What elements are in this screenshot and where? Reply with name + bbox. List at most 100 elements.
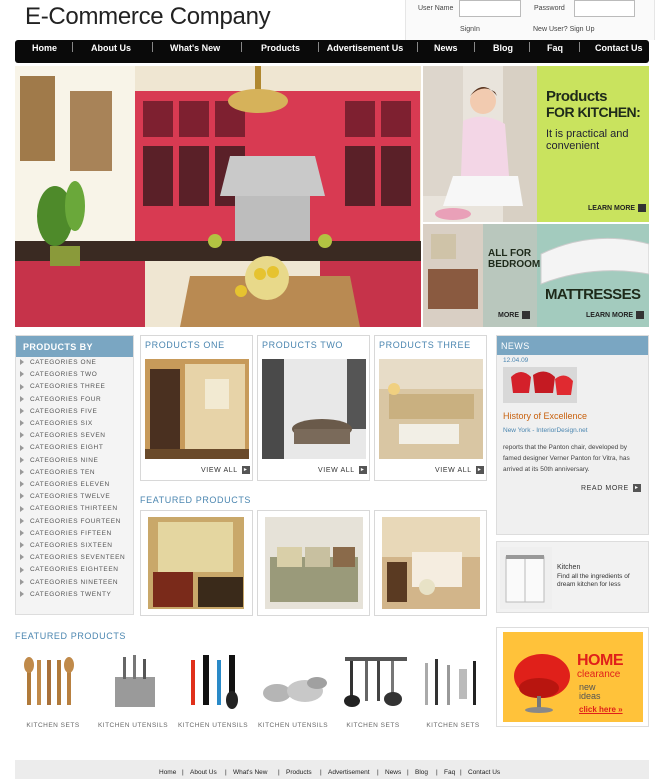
- footer-link[interactable]: Products: [286, 769, 312, 776]
- products-one-view-all[interactable]: VIEW ALL ▸: [201, 466, 250, 474]
- home-clearance-ad[interactable]: HOME clearance new ideas click here »: [496, 627, 649, 727]
- sidebar-category-item[interactable]: CATEGORIES SIXTEEN: [20, 542, 113, 549]
- products-one-image[interactable]: [145, 359, 249, 459]
- featured-bottom-label[interactable]: KITCHEN UTENSILS: [173, 722, 253, 729]
- promo2-more[interactable]: MORE: [498, 311, 530, 319]
- kitchen-ad[interactable]: Kitchen Find all the ingredients of drea…: [496, 541, 649, 613]
- sidebar-category-item[interactable]: CATEGORIES NINE: [20, 457, 98, 464]
- home-ad-line2: clearance: [577, 669, 621, 680]
- kitchen-utensils-image-2: [181, 655, 251, 715]
- sidebar-category-item[interactable]: CATEGORIES ONE: [20, 359, 96, 366]
- products-two-view-all[interactable]: VIEW ALL ▸: [318, 466, 367, 474]
- promo-kitchen-products[interactable]: Products FOR KITCHEN: It is practical an…: [423, 66, 649, 222]
- sidebar-category-item[interactable]: CATEGORIES FOUR: [20, 396, 101, 403]
- nav-whats-new[interactable]: What's New: [170, 43, 220, 53]
- kitchen-ad-title: Kitchen: [557, 564, 581, 571]
- products-one-title: PRODUCTS ONE: [145, 340, 225, 350]
- sidebar-category-item[interactable]: CATEGORIES SIX: [20, 420, 93, 427]
- arrow-icon: ▸: [475, 466, 484, 474]
- site-logo[interactable]: E-Commerce Company: [25, 3, 271, 31]
- news-read-more[interactable]: READ MORE ▸: [581, 484, 641, 492]
- footer-link[interactable]: Contact Us: [468, 769, 500, 776]
- nav-products[interactable]: Products: [261, 43, 300, 53]
- footer-link[interactable]: Home: [159, 769, 176, 776]
- footer-link[interactable]: About Us: [190, 769, 217, 776]
- sidebar-category-item[interactable]: CATEGORIES TWENTY: [20, 591, 111, 598]
- sidebar-category-item[interactable]: CATEGORIES FIFTEEN: [20, 530, 112, 537]
- news-date: 12.04.09: [503, 357, 529, 364]
- featured-bottom-label[interactable]: KITCHEN SETS: [333, 722, 413, 729]
- sidebar-category-item[interactable]: CATEGORIES EIGHT: [20, 444, 103, 451]
- footer-separator: |: [182, 769, 184, 776]
- red-chair-icon: [514, 654, 570, 713]
- sidebar-category-item[interactable]: CATEGORIES FOURTEEN: [20, 518, 121, 525]
- footer-link[interactable]: Advertisement: [328, 769, 370, 776]
- sidebar-category-item[interactable]: CATEGORIES TEN: [20, 469, 95, 476]
- sidebar-category-item[interactable]: CATEGORIES ELEVEN: [20, 481, 110, 488]
- footer-link[interactable]: Faq: [444, 769, 455, 776]
- password-label: Password: [534, 5, 565, 12]
- products-three-title: PRODUCTS THREE: [379, 340, 471, 350]
- footer-link[interactable]: News: [385, 769, 401, 776]
- featured-bottom-label[interactable]: KITCHEN SETS: [13, 722, 93, 729]
- featured-bottom-label[interactable]: KITCHEN SETS: [413, 722, 493, 729]
- footer-link[interactable]: Blog: [415, 769, 428, 776]
- sidebar-category-item[interactable]: CATEGORIES TWO: [20, 371, 97, 378]
- sidebar-category-item[interactable]: CATEGORIES SEVENTEEN: [20, 554, 125, 561]
- featured-item-1-image: [148, 517, 244, 609]
- footer-bar: Home | About Us | What's New | Products | Advert…: [15, 760, 649, 779]
- footer-separator: |: [377, 769, 379, 776]
- news-headline[interactable]: History of Excellence: [503, 411, 587, 421]
- news-panel: NEWS 12.04.09 History of Excellence New …: [496, 335, 649, 535]
- footer-separator: |: [460, 769, 462, 776]
- promo-bedroom-mattresses[interactable]: ALL FOR BEDROOM MORE MATTRESSES LEARN MO…: [423, 224, 649, 327]
- sidebar-category-item[interactable]: CATEGORIES NINETEEN: [20, 579, 118, 586]
- nav-home[interactable]: Home: [32, 43, 57, 53]
- featured-item-1[interactable]: [140, 510, 253, 616]
- featured-item-2[interactable]: [257, 510, 370, 616]
- signup-link[interactable]: New User? Sign Up: [533, 26, 594, 33]
- featured-item-3[interactable]: [374, 510, 487, 616]
- promo1-title2: FOR KITCHEN:: [546, 104, 641, 120]
- featured-item-2-image: [265, 517, 363, 609]
- home-ad-line4: ideas: [579, 691, 601, 701]
- home-ad-line1: HOME: [577, 652, 624, 669]
- promo2-learn-more[interactable]: LEARN MORE: [586, 311, 645, 319]
- products-two-image[interactable]: [262, 359, 366, 459]
- signin-link[interactable]: SignIn: [460, 26, 480, 33]
- kitchen-sets-image-1: [21, 655, 91, 715]
- products-two-title: PRODUCTS TWO: [262, 340, 344, 350]
- featured-item-3-image: [382, 517, 480, 609]
- footer-link[interactable]: What's New: [233, 769, 267, 776]
- username-input[interactable]: [459, 0, 521, 17]
- login-panel: User Name Password SignIn New User? Sign…: [405, 0, 655, 40]
- sidebar-category-item[interactable]: CATEGORIES FIVE: [20, 408, 97, 415]
- hero-kitchen-image[interactable]: [15, 66, 421, 327]
- featured-bottom-label[interactable]: KITCHEN UTENSILS: [253, 722, 333, 729]
- promo1-learn-more[interactable]: LEARN MORE: [588, 204, 647, 212]
- nav-advertisement[interactable]: Advertisement Us: [325, 43, 405, 53]
- products-two-box: PRODUCTS TWO VIEW ALL ▸: [257, 335, 370, 481]
- home-ad-cta[interactable]: click here »: [579, 705, 623, 714]
- nav-faq[interactable]: Faq: [547, 43, 563, 53]
- sidebar-category-item[interactable]: CATEGORIES EIGHTEEN: [20, 566, 119, 573]
- sidebar-category-item[interactable]: CATEGORIES TWELVE: [20, 493, 110, 500]
- news-source: New York - InteriorDesign.net: [503, 427, 588, 434]
- sidebar-category-item[interactable]: CATEGORIES THREE: [20, 383, 105, 390]
- products-three-image[interactable]: [379, 359, 483, 459]
- sidebar-category-item[interactable]: CATEGORIES SEVEN: [20, 432, 106, 439]
- nav-contact-us[interactable]: Contact Us: [595, 43, 643, 53]
- news-image[interactable]: [503, 367, 577, 403]
- sidebar-category-item[interactable]: CATEGORIES THIRTEEN: [20, 505, 118, 512]
- nav-news[interactable]: News: [434, 43, 458, 53]
- promo1-body: It is practical and convenient: [546, 128, 629, 152]
- promo2-more-label: MORE: [498, 311, 519, 319]
- featured-bottom-label[interactable]: KITCHEN UTENSILS: [93, 722, 173, 729]
- products-three-view-all[interactable]: VIEW ALL ▸: [435, 466, 484, 474]
- nav-about-us[interactable]: About Us: [91, 43, 131, 53]
- nav-blog[interactable]: Blog: [493, 43, 513, 53]
- products-one-box: PRODUCTS ONE VIEW ALL ▸: [140, 335, 253, 481]
- promo2-mattress-title: MATTRESSES: [545, 286, 641, 303]
- promo2-learn-more-label: LEARN MORE: [586, 311, 634, 319]
- password-input[interactable]: [574, 0, 635, 17]
